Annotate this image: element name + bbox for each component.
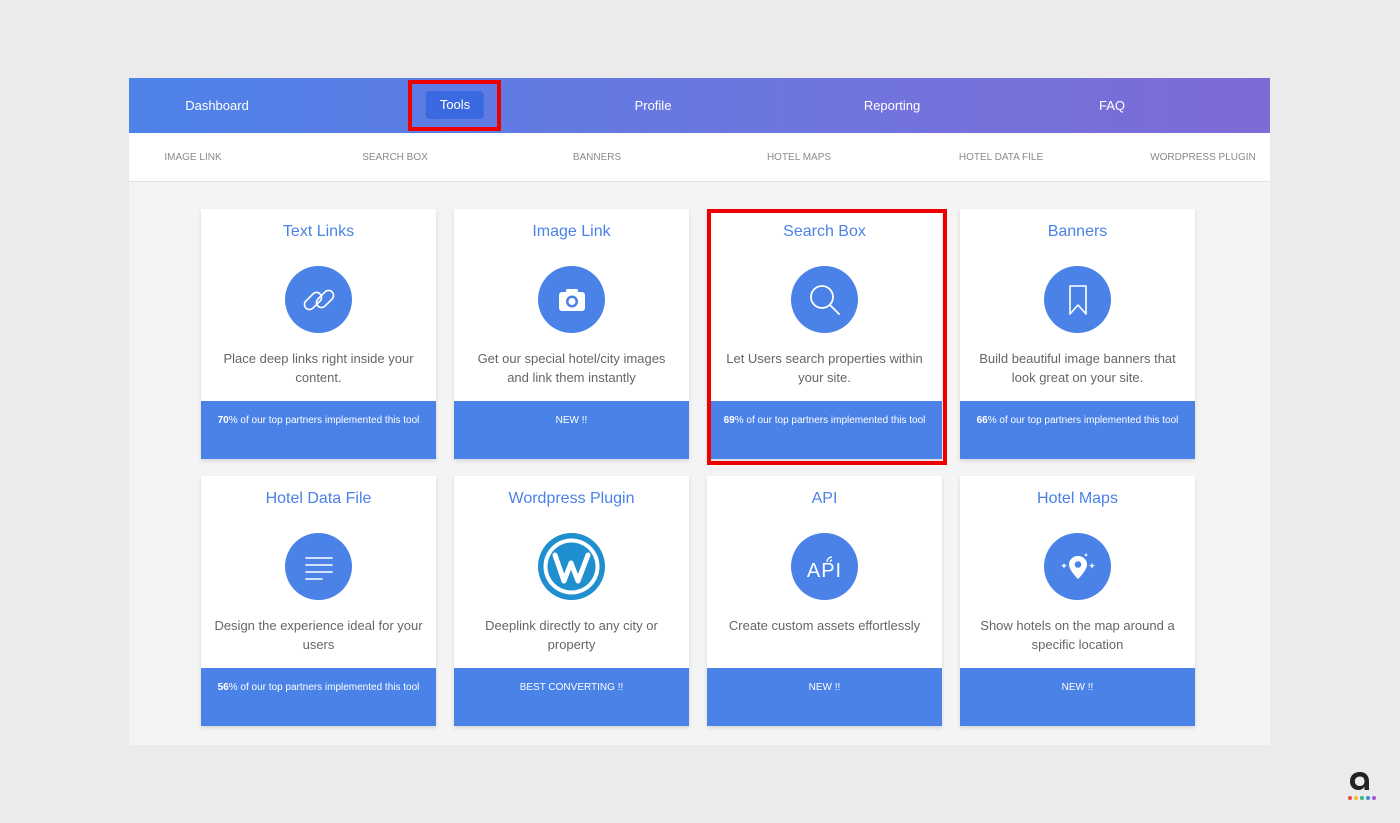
map-pin-icon: [1044, 533, 1111, 600]
footer-percent: 69: [723, 415, 735, 426]
card-image-link[interactable]: Image Link Get our special hotel/city im…: [454, 209, 689, 459]
card-title: Wordpress Plugin: [508, 490, 635, 507]
card-hotel-maps[interactable]: Hotel Maps Show hotels on the map around…: [960, 476, 1195, 726]
card-title: Search Box: [783, 223, 866, 240]
card-description: Place deep links right inside your conte…: [223, 351, 414, 385]
card-title: API: [811, 490, 838, 507]
wordpress-icon: [538, 533, 605, 600]
card-title: Hotel Data File: [265, 490, 372, 507]
card-title: Text Links: [282, 223, 355, 240]
card-description: Get our special hotel/city images and li…: [477, 351, 666, 385]
card-api[interactable]: API API Create custom assets effortlessl…: [707, 476, 942, 726]
tools-panel: Dashboard Tools Profile Reporting FAQ IM…: [129, 78, 1270, 745]
card-description: Build beautiful image banners that look …: [979, 351, 1176, 385]
footer-text: % of our top partners implemented this t…: [734, 415, 926, 426]
nav-dashboard[interactable]: Dashboard: [185, 78, 249, 133]
link-icon: [285, 266, 352, 333]
card-wordpress-plugin[interactable]: Wordpress Plugin Deeplink directly to an…: [454, 476, 689, 726]
card-hotel-data-file[interactable]: Hotel Data File Design the experience id…: [201, 476, 436, 726]
card-description: Create custom assets effortlessly: [728, 618, 921, 633]
bookmark-icon: [1044, 266, 1111, 333]
camera-icon: [538, 266, 605, 333]
card-footer: NEW !!: [454, 401, 689, 459]
card-footer: 69% of our top partners implemented this…: [707, 401, 942, 459]
nav-reporting[interactable]: Reporting: [864, 78, 920, 133]
card-footer: 66% of our top partners implemented this…: [960, 401, 1195, 459]
card-footer: BEST CONVERTING !!: [454, 668, 689, 726]
card-banners[interactable]: Banners Build beautiful image banners th…: [960, 209, 1195, 459]
footer-text: BEST CONVERTING !!: [519, 682, 624, 693]
search-icon: [791, 266, 858, 333]
footer-percent: 70: [217, 415, 229, 426]
card-description: Deeplink directly to any city or propert…: [485, 618, 658, 652]
top-navigation: Dashboard Tools Profile Reporting FAQ: [129, 78, 1270, 133]
brand-logo-icon: [1344, 768, 1376, 804]
subnav-hotel-maps[interactable]: HOTEL MAPS: [767, 133, 831, 182]
card-description: Let Users search properties within your …: [726, 351, 923, 385]
footer-text: % of our top partners implemented this t…: [987, 415, 1179, 426]
footer-text: NEW !!: [1061, 682, 1094, 693]
subnav-wordpress-plugin[interactable]: WORDPRESS PLUGIN: [1150, 133, 1256, 182]
card-description: Design the experience ideal for your use…: [214, 618, 423, 652]
footer-percent: 56: [217, 682, 229, 693]
subnav-hotel-data-file[interactable]: HOTEL DATA FILE: [959, 133, 1043, 182]
subnav-banners[interactable]: BANNERS: [573, 133, 621, 182]
card-search-box[interactable]: Search Box Let Users search properties w…: [707, 209, 942, 459]
subnav-search-box[interactable]: SEARCH BOX: [362, 133, 428, 182]
card-description: Show hotels on the map around a specific…: [980, 618, 1175, 652]
sub-navigation: IMAGE LINK SEARCH BOX BANNERS HOTEL MAPS…: [129, 133, 1270, 182]
footer-text: % of our top partners implemented this t…: [228, 415, 420, 426]
card-footer: NEW !!: [707, 668, 942, 726]
api-label: API: [806, 559, 843, 582]
card-title: Banners: [1047, 223, 1108, 240]
card-footer: 56% of our top partners implemented this…: [201, 668, 436, 726]
footer-text: % of our top partners implemented this t…: [228, 682, 420, 693]
footer-text: NEW !!: [808, 682, 841, 693]
nav-tools[interactable]: Tools: [425, 91, 485, 119]
nav-faq[interactable]: FAQ: [1099, 78, 1125, 133]
card-footer: 70% of our top partners implemented this…: [201, 401, 436, 459]
footer-percent: 66: [976, 415, 988, 426]
api-icon: API: [791, 533, 858, 600]
card-footer: NEW !!: [960, 668, 1195, 726]
card-title: Hotel Maps: [1037, 490, 1118, 507]
card-title: Image Link: [532, 223, 611, 240]
lines-icon: [285, 533, 352, 600]
footer-text: NEW !!: [555, 415, 588, 426]
nav-profile[interactable]: Profile: [635, 78, 672, 133]
card-text-links[interactable]: Text Links Place deep links right inside…: [201, 209, 436, 459]
subnav-image-link[interactable]: IMAGE LINK: [164, 133, 221, 182]
